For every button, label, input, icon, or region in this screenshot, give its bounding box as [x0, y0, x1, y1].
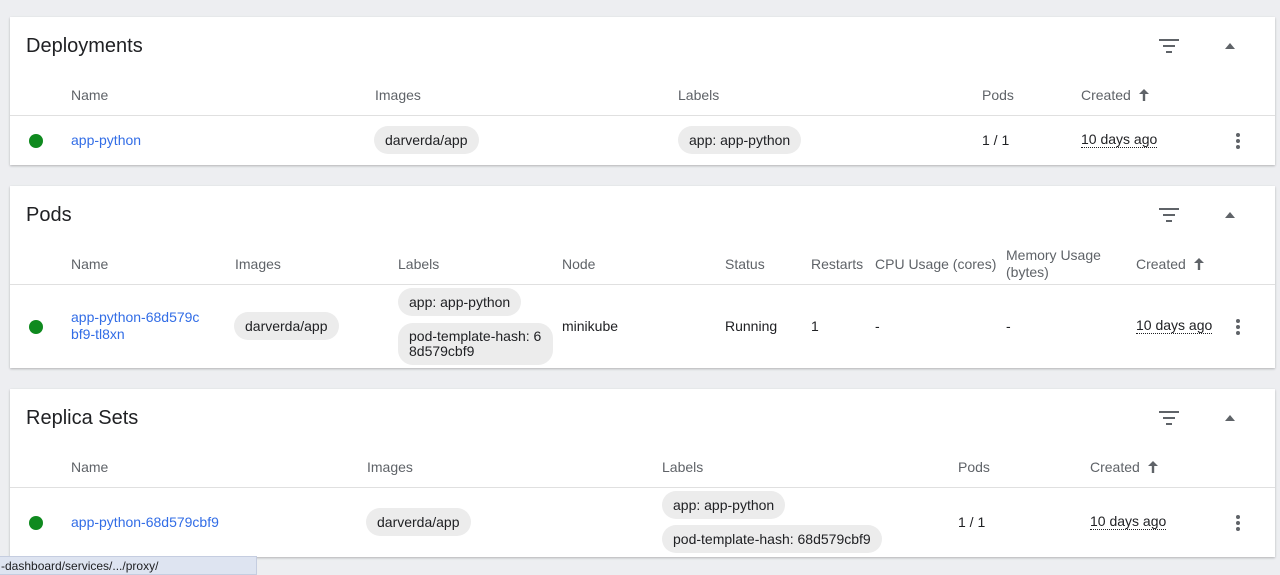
label-chip: app: app-python: [678, 126, 802, 154]
status-dot: [29, 320, 43, 334]
created-time: 10 days ago: [1136, 317, 1213, 334]
cpu-usage: -: [875, 318, 880, 334]
created-time: 10 days ago: [1090, 513, 1167, 530]
deployments-title: Deployments: [26, 35, 143, 57]
column-header-created[interactable]: Created: [1090, 459, 1158, 475]
column-header-labels: Labels: [678, 87, 720, 103]
replica-sets-title: Replica Sets: [26, 407, 139, 429]
status-dot: [29, 516, 43, 530]
column-header-restarts: Restarts: [811, 256, 864, 272]
column-header-created-label: Created: [1081, 87, 1131, 103]
column-header-status[interactable]: Status: [725, 256, 765, 272]
column-header-created[interactable]: Created: [1081, 87, 1149, 103]
header-divider: [10, 487, 1275, 488]
column-header-node[interactable]: Node: [562, 256, 595, 272]
label-chip: pod-template-hash: 68d579cbf9: [398, 323, 553, 365]
memory-usage: -: [1006, 318, 1011, 334]
arrow-up-icon: [1138, 89, 1149, 101]
column-header-name[interactable]: Name: [71, 87, 108, 103]
node-name: minikube: [562, 318, 619, 334]
replica-set-name-link[interactable]: app-python-68d579cbf9: [71, 514, 219, 531]
arrow-up-icon: [1193, 258, 1204, 270]
pod-status: Running: [725, 318, 778, 334]
restarts-count: 1: [811, 318, 819, 334]
column-header-memory: Memory Usage (bytes): [1006, 247, 1101, 280]
deployment-name-link[interactable]: app-python: [71, 132, 141, 149]
column-header-name[interactable]: Name: [71, 459, 108, 475]
pods-count: 1 / 1: [982, 132, 1010, 148]
filter-icon[interactable]: [1159, 39, 1179, 53]
created-time: 10 days ago: [1081, 131, 1158, 148]
label-chip: app: app-python: [662, 491, 786, 519]
arrow-up-icon: [1147, 461, 1158, 473]
column-header-images: Images: [367, 459, 413, 475]
image-chip: darverda/app: [234, 312, 339, 340]
image-chip: darverda/app: [374, 126, 479, 154]
chevron-up-icon[interactable]: [1225, 43, 1235, 49]
column-header-name[interactable]: Name: [71, 256, 108, 272]
filter-icon[interactable]: [1159, 411, 1179, 425]
label-chip: pod-template-hash: 68d579cbf9: [662, 525, 882, 553]
status-dot: [29, 134, 43, 148]
column-header-created[interactable]: Created: [1136, 256, 1204, 272]
chevron-up-icon[interactable]: [1225, 415, 1235, 421]
link-preview-statusbar: -dashboard/services/.../proxy/: [0, 556, 257, 575]
pods-count: 1 / 1: [958, 514, 986, 530]
column-header-cpu: CPU Usage (cores): [875, 256, 997, 272]
column-header-pods: Pods: [958, 459, 990, 475]
column-header-images: Images: [375, 87, 421, 103]
column-header-created-label: Created: [1136, 256, 1186, 272]
more-vert-icon[interactable]: [1236, 133, 1240, 149]
more-vert-icon[interactable]: [1236, 515, 1240, 531]
column-header-pods: Pods: [982, 87, 1014, 103]
more-vert-icon[interactable]: [1236, 319, 1240, 335]
image-chip: darverda/app: [366, 508, 471, 536]
column-header-labels: Labels: [662, 459, 704, 475]
column-header-labels: Labels: [398, 256, 440, 272]
pods-title: Pods: [26, 204, 72, 226]
pods-card: Pods Name Images Labels Node Status Rest…: [10, 186, 1275, 368]
header-divider: [10, 284, 1275, 285]
filter-icon[interactable]: [1159, 208, 1179, 222]
column-header-images: Images: [235, 256, 281, 272]
label-chip: app: app-python: [398, 288, 522, 316]
pod-name-link[interactable]: app-python-68d579cbf9-tl8xn: [71, 309, 201, 343]
column-header-created-label: Created: [1090, 459, 1140, 475]
header-divider: [10, 115, 1275, 116]
replica-sets-card: Replica Sets Name Images Labels Pods Cre…: [10, 389, 1275, 557]
deployments-card: Deployments Name Images Labels Pods Crea…: [10, 17, 1275, 165]
chevron-up-icon[interactable]: [1225, 212, 1235, 218]
